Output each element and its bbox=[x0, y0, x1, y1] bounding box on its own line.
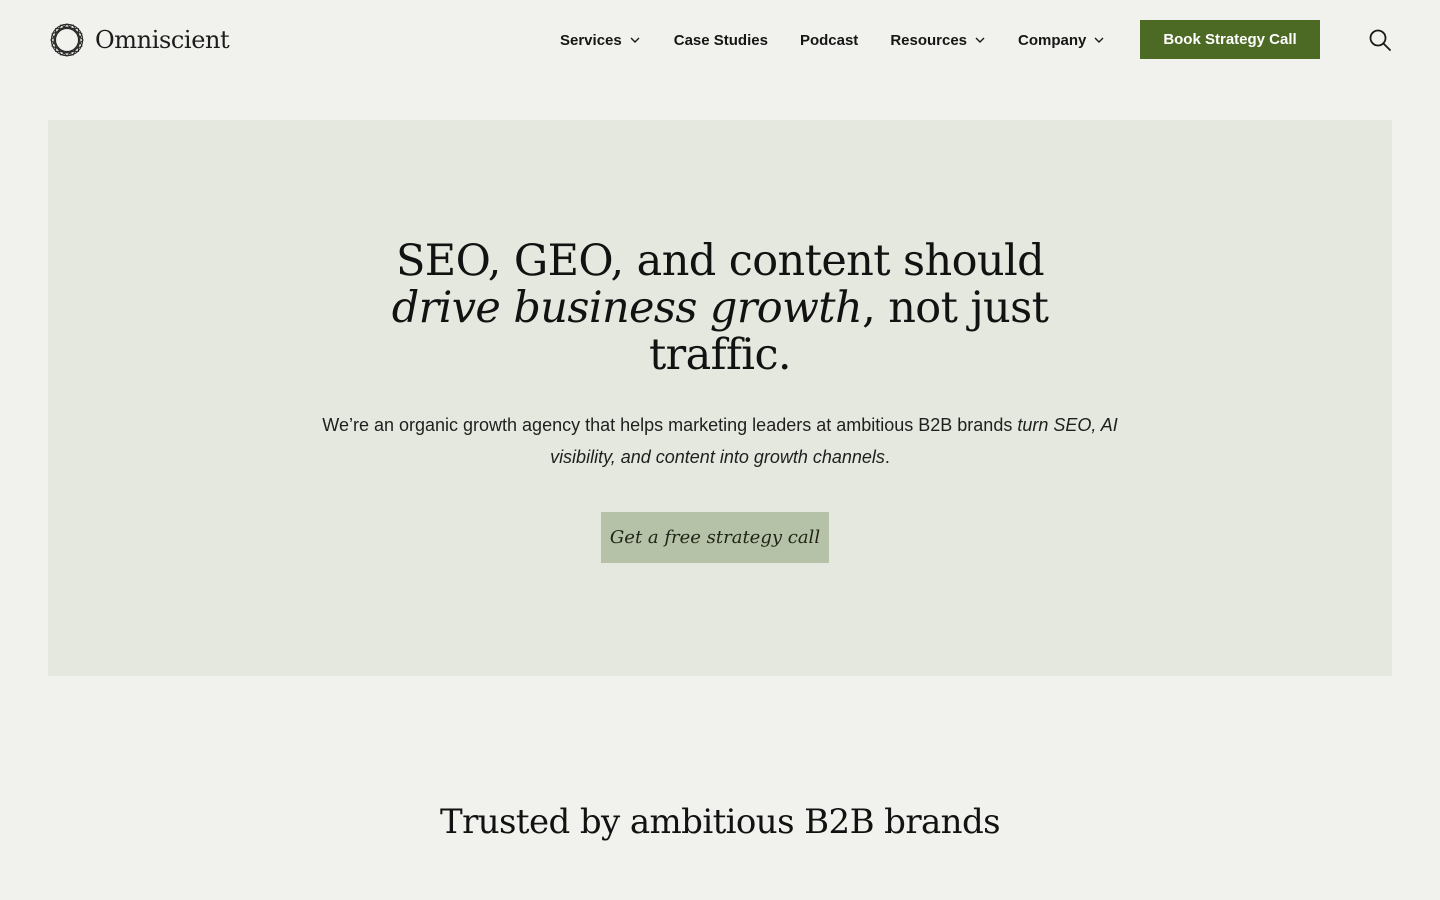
chevron-down-icon bbox=[630, 37, 640, 43]
brand-logo[interactable]: Omniscient bbox=[48, 20, 230, 60]
chevron-down-icon bbox=[1094, 37, 1104, 43]
nav-label-resources: Resources bbox=[890, 31, 968, 49]
trusted-heading: Trusted by ambitious B2B brands bbox=[440, 802, 1001, 842]
omniscient-logo-icon bbox=[50, 23, 84, 57]
nav-item-podcast[interactable]: Podcast bbox=[800, 20, 858, 60]
nav-label-case-studies: Case Studies bbox=[673, 31, 768, 49]
hero-title: SEO, GEO, and content should drive busine… bbox=[320, 238, 1120, 379]
hero-subtitle-end: . bbox=[884, 447, 890, 467]
hero-title-italic: drive business growth bbox=[391, 283, 863, 333]
book-strategy-call-button[interactable]: Book Strategy Call bbox=[1140, 20, 1320, 59]
search-button[interactable] bbox=[1366, 26, 1394, 54]
nav-item-resources[interactable]: Resources bbox=[890, 20, 985, 60]
hero-section: SEO, GEO, and content should drive busine… bbox=[48, 120, 1392, 676]
nav-label-company: Company bbox=[1018, 31, 1087, 49]
chevron-down-icon bbox=[975, 37, 985, 43]
nav-item-company[interactable]: Company bbox=[1018, 20, 1104, 60]
hero-subtitle: We’re an organic growth agency that help… bbox=[320, 409, 1120, 473]
nav-item-services[interactable]: Services bbox=[560, 20, 640, 60]
search-icon bbox=[1369, 29, 1391, 51]
free-strategy-call-button[interactable]: Get a free strategy call bbox=[601, 512, 829, 563]
site-header: Omniscient Services Case Studies Podcast… bbox=[0, 0, 1440, 80]
nav-label-podcast: Podcast bbox=[799, 31, 859, 49]
nav-label-services: Services bbox=[560, 31, 622, 49]
brand-name: Omniscient bbox=[95, 26, 230, 54]
hero-title-line1: SEO, GEO, and content should bbox=[395, 236, 1045, 286]
hero-subtitle-plain: We’re an organic growth agency that help… bbox=[322, 415, 1018, 435]
main-nav: Services Case Studies Podcast Resources … bbox=[544, 20, 1104, 60]
nav-item-case-studies[interactable]: Case Studies bbox=[674, 20, 768, 60]
